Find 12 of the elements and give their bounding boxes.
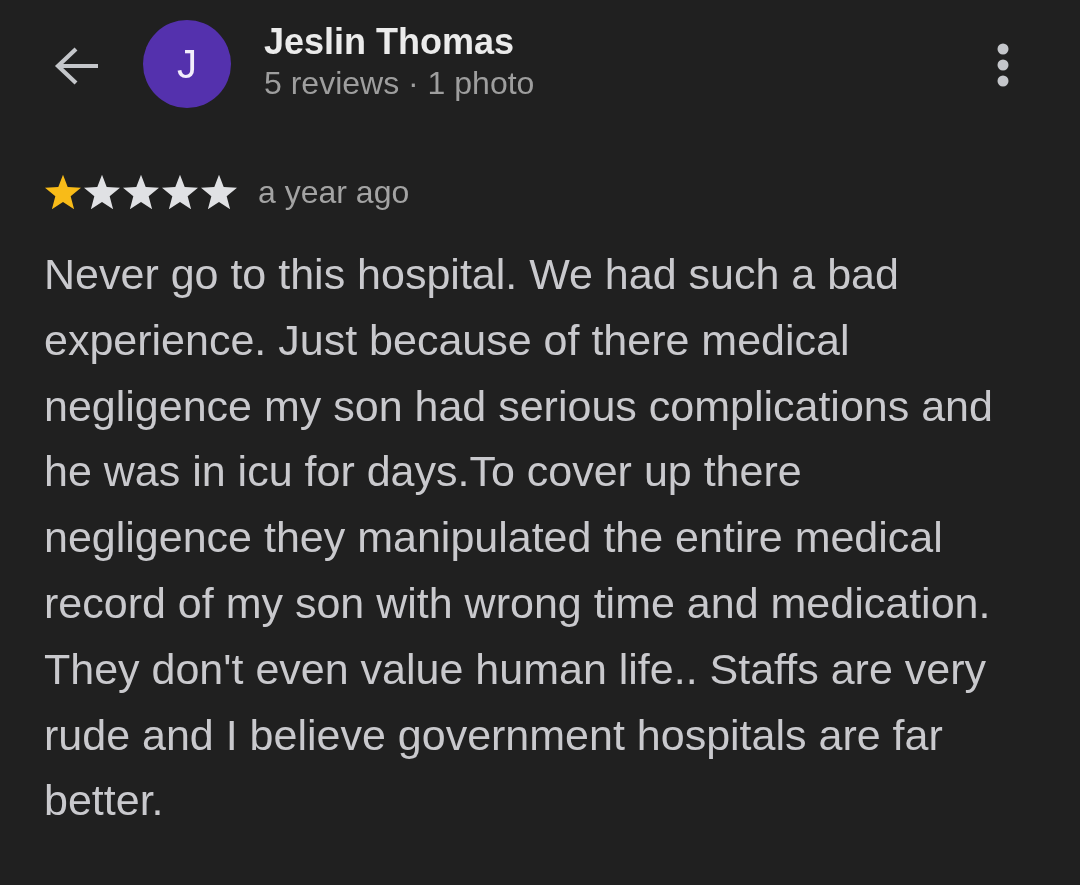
review-time: a year ago — [258, 173, 410, 211]
star-icon — [44, 174, 82, 210]
reviewer-stats: 5 reviews · 1 photo — [264, 64, 535, 103]
star-icon — [122, 174, 160, 210]
avatar: J — [143, 20, 231, 108]
star-icon — [200, 174, 238, 210]
reviewer-name: Jeslin Thomas — [264, 21, 516, 63]
review-text: Never go to this hospital. We had such a bad experience. Just because of there medical negligence my son had serious complications and he was in icu for days.To cover up there negligence they manipulated the entire medical record of my son with wrong time and medication. They don't even value human life.. Staffs are very rude and I believe government hospitals are far better. — [44, 249, 994, 827]
back-arrow-icon[interactable] — [54, 46, 100, 86]
more-options-icon[interactable] — [997, 43, 1009, 87]
star-icon — [161, 174, 199, 210]
star-icon — [83, 174, 121, 210]
